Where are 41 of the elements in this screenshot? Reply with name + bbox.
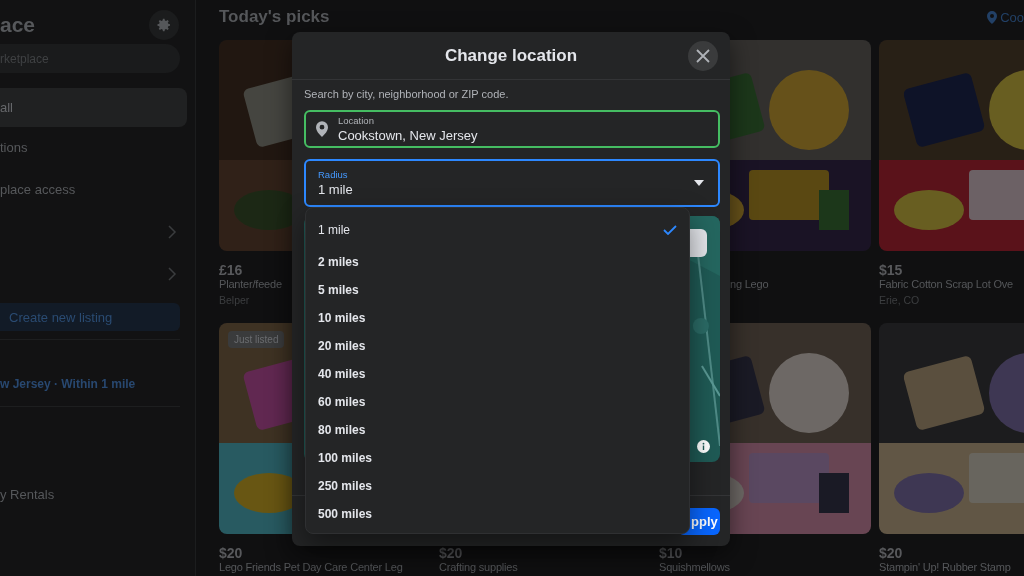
location-pin-icon: [316, 121, 328, 137]
section-heading: Today's picks: [219, 7, 330, 27]
info-icon[interactable]: [697, 440, 710, 453]
radius-option[interactable]: 2 miles: [306, 248, 689, 276]
hint-text: Search by city, neighborhood or ZIP code.: [304, 87, 510, 101]
radius-option[interactable]: 5 miles: [306, 276, 689, 304]
listing-title: Fabric Cotton Scrap Lot Ove: [879, 278, 1013, 292]
listing-title: Planter/feede: [219, 278, 282, 292]
listing-title: ng Lego: [730, 278, 769, 292]
radius-option[interactable]: 40 miles: [306, 360, 689, 388]
radius-option[interactable]: 1 mile: [306, 216, 689, 244]
radius-option[interactable]: 60 miles: [306, 388, 689, 416]
listing-price: $15: [879, 262, 903, 278]
listing-price: $20: [219, 545, 243, 561]
listing-price: £16: [219, 262, 243, 278]
location-pin-icon: [987, 10, 998, 24]
chevron-icon[interactable]: [167, 267, 177, 281]
listing-price: $10: [659, 545, 683, 561]
location-field[interactable]: Location Cookstown, New Jersey: [304, 110, 720, 148]
listing-price: $20: [879, 545, 903, 561]
radius-option[interactable]: 20 miles: [306, 332, 689, 360]
location-text: Coo: [1000, 9, 1024, 25]
listing-title: Crafting supplies: [439, 561, 518, 575]
check-icon: [663, 225, 677, 235]
listing-title: Stampin' Up! Rubber Stamp: [879, 561, 1011, 575]
radius-option[interactable]: 100 miles: [306, 444, 689, 472]
radius-dropdown[interactable]: Radius 1 mile: [304, 159, 720, 207]
close-button[interactable]: [688, 41, 718, 71]
dialog-title: Change location: [444, 45, 578, 66]
close-icon: [696, 49, 710, 63]
radius-option[interactable]: 250 miles: [306, 472, 689, 500]
settings-icon: [156, 17, 172, 33]
listing-title: Squishmellows: [659, 561, 730, 575]
radius-option[interactable]: 80 miles: [306, 416, 689, 444]
settings-button[interactable]: [149, 10, 179, 40]
caret-icon: [694, 180, 704, 186]
listing-title: Lego Friends Pet Day Care Center Leg: [219, 561, 403, 575]
chevron-icon[interactable]: [167, 225, 177, 239]
sidebar-title: ace: [0, 12, 36, 38]
listing-price: $20: [439, 545, 463, 561]
radius-option[interactable]: 10 miles: [306, 304, 689, 332]
